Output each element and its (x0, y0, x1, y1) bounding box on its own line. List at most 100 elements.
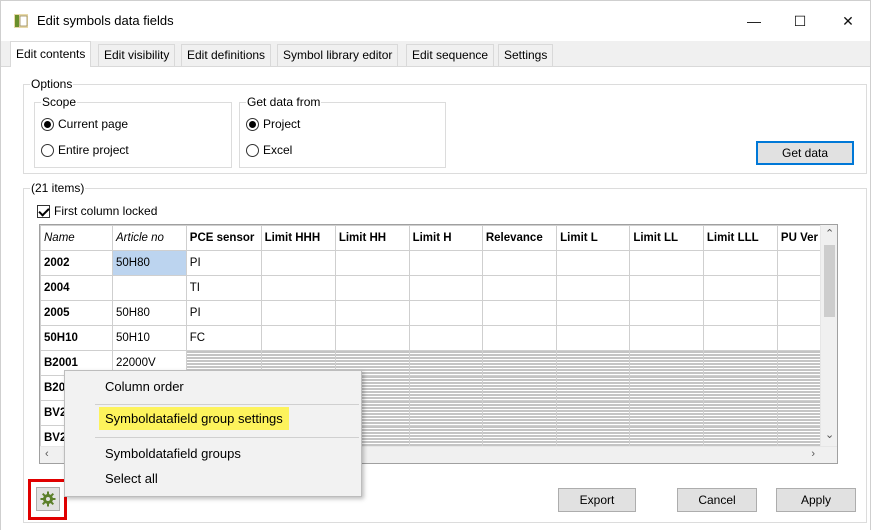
table-row[interactable]: 2005 50H80 PI (40, 300, 837, 326)
cell-locked (702, 375, 778, 401)
source-project[interactable]: Project (246, 116, 300, 132)
cell-locked (481, 350, 558, 376)
cell[interactable] (334, 300, 410, 326)
cell[interactable] (481, 275, 558, 301)
close-button[interactable]: ✕ (825, 1, 871, 41)
table-row[interactable]: 2004 TI (40, 275, 837, 301)
cell-article-no[interactable]: 50H80 (112, 250, 187, 276)
col-header-limit-ll[interactable]: Limit LL (629, 225, 704, 251)
cell[interactable] (629, 275, 704, 301)
cell-locked (556, 400, 631, 426)
cell[interactable] (260, 300, 336, 326)
window-title: Edit symbols data fields (37, 13, 174, 28)
radio-entire-project[interactable] (41, 143, 54, 157)
cell[interactable] (556, 275, 631, 301)
app-icon (14, 14, 28, 28)
scroll-up-icon[interactable]: ⌃ (825, 227, 834, 240)
scope-entire-project[interactable]: Entire project (41, 142, 129, 158)
radio-current-page[interactable] (41, 117, 54, 131)
cell[interactable] (556, 300, 631, 326)
tab-edit-contents[interactable]: Edit contents (10, 41, 92, 67)
export-button[interactable]: Export (558, 488, 636, 512)
menu-item-select-all[interactable]: Select all (65, 467, 361, 493)
cell-pce-sensor[interactable]: PI (185, 250, 262, 276)
cell[interactable] (260, 250, 336, 276)
maximize-button[interactable]: ☐ (777, 1, 823, 41)
menu-item-groups[interactable]: Symboldatafield groups (65, 442, 361, 468)
scroll-left-icon[interactable]: ‹ (45, 448, 49, 460)
menu-item-group-settings[interactable]: Symboldatafield group settings (65, 407, 361, 433)
scroll-down-icon[interactable]: ⌄ (825, 428, 834, 441)
col-header-limit-hh[interactable]: Limit HH (334, 225, 410, 251)
cell[interactable] (629, 325, 704, 351)
tab-edit-sequence[interactable]: Edit sequence (406, 44, 495, 66)
tab-settings[interactable]: Settings (498, 44, 554, 66)
apply-button[interactable]: Apply (776, 488, 856, 512)
tab-symbol-library-editor[interactable]: Symbol library editor (277, 44, 399, 66)
cell[interactable] (481, 325, 558, 351)
col-header-limit-lll[interactable]: Limit LLL (702, 225, 778, 251)
scroll-right-icon[interactable]: › (811, 448, 815, 460)
cell[interactable] (260, 325, 336, 351)
cell-locked (481, 375, 558, 401)
table-row[interactable]: 50H10 50H10 FC (40, 325, 837, 351)
cell-pce-sensor[interactable]: TI (185, 275, 262, 301)
cell[interactable] (334, 325, 410, 351)
cell[interactable] (481, 250, 558, 276)
dialog-window: Edit symbols data fields — ☐ ✕ Edit cont… (0, 0, 871, 531)
cell-article-no[interactable] (112, 275, 187, 301)
cell[interactable] (334, 250, 410, 276)
get-data-button[interactable]: Get data (756, 141, 854, 165)
tab-edit-definitions[interactable]: Edit definitions (181, 44, 272, 66)
col-header-limit-l[interactable]: Limit L (556, 225, 631, 251)
minimize-button[interactable]: — (731, 1, 777, 41)
cell-article-no[interactable]: 50H10 (112, 325, 187, 351)
menu-item-column-order[interactable]: Column order (65, 375, 361, 401)
cell-name[interactable]: 2002 (40, 250, 113, 276)
cell[interactable] (408, 325, 483, 351)
cell[interactable] (334, 275, 410, 301)
cell[interactable] (702, 300, 778, 326)
cell-pce-sensor[interactable]: FC (185, 325, 262, 351)
first-column-locked-checkbox[interactable] (37, 204, 50, 218)
col-header-relevance[interactable]: Relevance (481, 225, 558, 251)
cell[interactable] (629, 300, 704, 326)
col-header-article-no[interactable]: Article no (112, 225, 187, 251)
tab-edit-visibility[interactable]: Edit visibility (98, 44, 176, 66)
cell[interactable] (702, 250, 778, 276)
menu-separator (95, 437, 359, 438)
radio-project[interactable] (246, 117, 259, 131)
cell-pce-sensor[interactable]: PI (185, 300, 262, 326)
cell[interactable] (260, 275, 336, 301)
cell-name[interactable]: 50H10 (40, 325, 113, 351)
cell[interactable] (702, 325, 778, 351)
context-menu: Column order Symboldatafield group setti… (64, 370, 362, 497)
cell-name[interactable]: 2004 (40, 275, 113, 301)
cell[interactable] (481, 300, 558, 326)
radio-excel[interactable] (246, 143, 259, 157)
cancel-button[interactable]: Cancel (677, 488, 757, 512)
source-excel[interactable]: Excel (246, 142, 292, 158)
vertical-scroll-thumb[interactable] (824, 245, 835, 317)
first-column-locked[interactable]: First column locked (37, 204, 157, 218)
vertical-scrollbar[interactable]: ⌃ ⌄ (820, 225, 837, 447)
cell[interactable] (408, 300, 483, 326)
cell[interactable] (629, 250, 704, 276)
col-header-pce-sensor[interactable]: PCE sensor (185, 225, 262, 251)
cell[interactable] (556, 250, 631, 276)
cell-locked (408, 375, 483, 401)
cell-locked (629, 375, 704, 401)
col-header-limit-h[interactable]: Limit H (408, 225, 483, 251)
table-row[interactable]: 2002 50H80 PI (40, 250, 837, 276)
cell[interactable] (556, 325, 631, 351)
cell-locked (556, 350, 631, 376)
col-header-limit-hhh[interactable]: Limit HHH (260, 225, 336, 251)
cell-name[interactable]: 2005 (40, 300, 113, 326)
cell[interactable] (408, 275, 483, 301)
cell-article-no[interactable]: 50H80 (112, 300, 187, 326)
cell[interactable] (702, 275, 778, 301)
cell-locked (556, 375, 631, 401)
scope-current-page[interactable]: Current page (41, 116, 128, 132)
cell[interactable] (408, 250, 483, 276)
col-header-name[interactable]: Name (40, 225, 113, 251)
